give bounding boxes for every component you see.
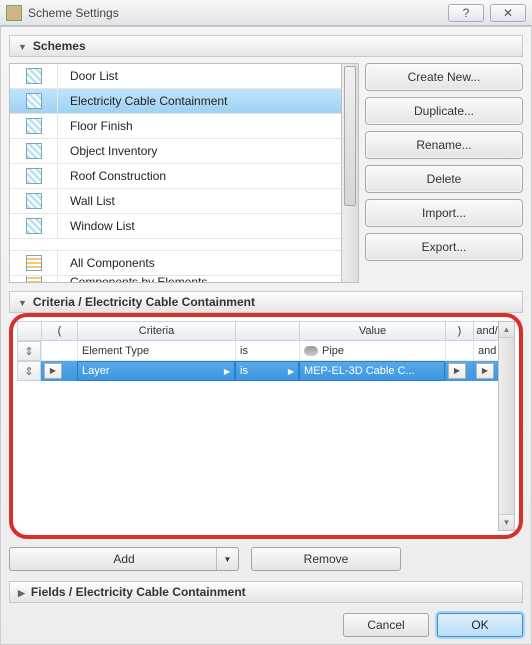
criteria-cell[interactable]: Element Type — [77, 341, 235, 361]
value-text: MEP-EL-3D Cable C... — [304, 365, 415, 377]
delete-button[interactable]: Delete — [365, 165, 523, 193]
criteria-row[interactable]: Element Type is Pipe and — [17, 341, 515, 361]
list-item[interactable]: Floor Finish — [10, 114, 341, 139]
criteria-dropdown[interactable]: Layer ▶ — [77, 361, 235, 381]
dialog-body: Schemes Door List Electricity Cable Cont… — [0, 26, 532, 645]
criteria-scrollbar[interactable]: ▲ ▼ — [498, 321, 515, 531]
criteria-header[interactable]: Criteria / Electricity Cable Containment — [9, 291, 523, 313]
scrollbar[interactable] — [342, 63, 359, 283]
scheme-label: Object Inventory — [58, 144, 341, 158]
titlebar: Scheme Settings ? ✕ — [0, 0, 532, 26]
scheme-icon — [26, 255, 42, 271]
scheme-icon — [26, 118, 42, 134]
chevron-right-icon: ▶ — [288, 367, 294, 376]
row-handle[interactable] — [17, 361, 41, 381]
list-item[interactable]: Roof Construction — [10, 164, 341, 189]
operator-dropdown[interactable]: is ▶ — [235, 361, 299, 381]
scheme-label: Floor Finish — [58, 119, 341, 133]
operator-cell[interactable]: is — [235, 341, 299, 361]
help-button[interactable]: ? — [448, 4, 484, 22]
col-value: Value — [299, 321, 445, 341]
collapse-icon — [18, 295, 27, 309]
remove-button[interactable]: Remove — [251, 547, 401, 571]
row-handle-head — [17, 321, 41, 341]
scheme-icon — [26, 168, 42, 184]
import-button[interactable]: Import... — [365, 199, 523, 227]
chevron-right-icon: ▶ — [224, 367, 230, 376]
list-item[interactable]: Components by Elements — [10, 276, 341, 283]
add-split-dropdown[interactable]: ▼ — [216, 548, 238, 570]
fields-header[interactable]: Fields / Electricity Cable Containment — [9, 581, 523, 603]
scheme-icon — [26, 93, 42, 109]
criteria-text: Layer — [82, 365, 110, 377]
criteria-table: ( Criteria Value ) and/or Element Type i… — [17, 321, 515, 531]
scheme-icon — [26, 218, 42, 234]
scheme-label: Roof Construction — [58, 169, 341, 183]
paren-dropdown[interactable]: ▶ — [44, 363, 62, 379]
operator-text: is — [240, 365, 248, 377]
scheme-icon — [26, 68, 42, 84]
criteria-header-label: Criteria / Electricity Cable Containment — [33, 295, 255, 309]
value-cell[interactable]: Pipe — [299, 341, 445, 361]
scheme-label: Window List — [58, 219, 341, 233]
scheme-list[interactable]: Door List Electricity Cable Containment … — [9, 63, 342, 283]
col-criteria: Criteria — [77, 321, 235, 341]
list-item[interactable]: Wall List — [10, 189, 341, 214]
reorder-icon — [24, 345, 33, 358]
list-item[interactable]: All Components — [10, 251, 341, 276]
row-handle[interactable] — [17, 341, 41, 361]
add-button[interactable]: Add ▼ — [9, 547, 239, 571]
list-item[interactable]: Door List — [10, 64, 341, 89]
scheme-label: Door List — [58, 69, 341, 83]
scroll-down-icon[interactable]: ▼ — [499, 514, 514, 530]
collapse-icon — [18, 39, 27, 53]
scroll-up-icon[interactable]: ▲ — [499, 322, 514, 338]
paren-dropdown[interactable]: ▶ — [448, 363, 466, 379]
close-button[interactable]: ✕ — [490, 4, 526, 22]
value-text: Pipe — [322, 345, 344, 357]
app-icon — [6, 5, 22, 21]
scheme-label: Components by Elements — [58, 276, 341, 283]
scroll-thumb[interactable] — [344, 66, 356, 206]
schemes-header-label: Schemes — [33, 39, 86, 53]
add-label: Add — [113, 552, 134, 566]
scheme-icon — [26, 143, 42, 159]
rename-button[interactable]: Rename... — [365, 131, 523, 159]
col-open-paren: ( — [41, 321, 77, 341]
criteria-head: ( Criteria Value ) and/or — [17, 321, 515, 341]
expand-icon — [18, 585, 25, 599]
duplicate-button[interactable]: Duplicate... — [365, 97, 523, 125]
scheme-label: Wall List — [58, 194, 341, 208]
window-title: Scheme Settings — [28, 6, 442, 20]
value-dropdown[interactable]: MEP-EL-3D Cable C... — [299, 361, 445, 381]
create-new-button[interactable]: Create New... — [365, 63, 523, 91]
criteria-row[interactable]: ▶ Layer ▶ is ▶ MEP-EL-3D Cable C... ▶ ▶ — [17, 361, 515, 381]
list-item[interactable]: Electricity Cable Containment — [10, 89, 341, 114]
reorder-icon — [24, 365, 33, 378]
ok-button[interactable]: OK — [437, 613, 523, 637]
col-close-paren: ) — [445, 321, 473, 341]
scheme-label: All Components — [58, 256, 341, 270]
scheme-icon — [26, 276, 42, 283]
schemes-header[interactable]: Schemes — [9, 35, 523, 57]
list-item[interactable]: Object Inventory — [10, 139, 341, 164]
andor-dropdown[interactable]: ▶ — [476, 363, 494, 379]
scheme-label: Electricity Cable Containment — [58, 94, 341, 108]
list-item[interactable]: Window List — [10, 214, 341, 239]
export-button[interactable]: Export... — [365, 233, 523, 261]
scheme-icon — [26, 193, 42, 209]
fields-header-label: Fields / Electricity Cable Containment — [31, 585, 246, 599]
cancel-button[interactable]: Cancel — [343, 613, 429, 637]
pipe-icon — [304, 346, 318, 356]
